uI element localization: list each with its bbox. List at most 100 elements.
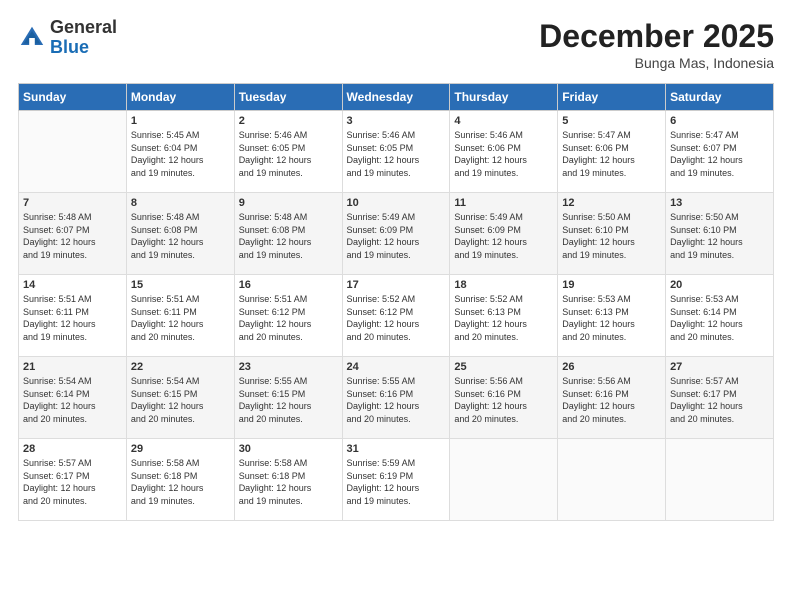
calendar-cell: 22 Sunrise: 5:54 AMSunset: 6:15 PMDaylig… <box>126 357 234 439</box>
day-number: 29 <box>131 443 230 455</box>
day-number: 18 <box>454 279 553 291</box>
header: General Blue December 2025 Bunga Mas, In… <box>18 18 774 71</box>
day-info: Sunrise: 5:58 AMSunset: 6:18 PMDaylight:… <box>131 457 230 507</box>
calendar-table: SundayMondayTuesdayWednesdayThursdayFrid… <box>18 83 774 521</box>
day-number: 8 <box>131 197 230 209</box>
day-number: 9 <box>239 197 338 209</box>
day-info: Sunrise: 5:48 AMSunset: 6:08 PMDaylight:… <box>239 211 338 261</box>
month-title: December 2025 <box>539 18 774 55</box>
day-info: Sunrise: 5:46 AMSunset: 6:06 PMDaylight:… <box>454 129 553 179</box>
calendar-week-3: 14 Sunrise: 5:51 AMSunset: 6:11 PMDaylig… <box>19 275 774 357</box>
day-number: 3 <box>347 115 446 127</box>
day-info: Sunrise: 5:49 AMSunset: 6:09 PMDaylight:… <box>454 211 553 261</box>
calendar-cell: 12 Sunrise: 5:50 AMSunset: 6:10 PMDaylig… <box>558 193 666 275</box>
day-info: Sunrise: 5:56 AMSunset: 6:16 PMDaylight:… <box>562 375 661 425</box>
logo-text: General Blue <box>50 18 117 58</box>
calendar-cell: 15 Sunrise: 5:51 AMSunset: 6:11 PMDaylig… <box>126 275 234 357</box>
day-info: Sunrise: 5:52 AMSunset: 6:12 PMDaylight:… <box>347 293 446 343</box>
day-info: Sunrise: 5:56 AMSunset: 6:16 PMDaylight:… <box>454 375 553 425</box>
day-number: 15 <box>131 279 230 291</box>
day-info: Sunrise: 5:46 AMSunset: 6:05 PMDaylight:… <box>239 129 338 179</box>
column-header-sunday: Sunday <box>19 84 127 111</box>
day-number: 14 <box>23 279 122 291</box>
day-number: 31 <box>347 443 446 455</box>
calendar-cell: 18 Sunrise: 5:52 AMSunset: 6:13 PMDaylig… <box>450 275 558 357</box>
day-info: Sunrise: 5:57 AMSunset: 6:17 PMDaylight:… <box>670 375 769 425</box>
calendar-cell: 11 Sunrise: 5:49 AMSunset: 6:09 PMDaylig… <box>450 193 558 275</box>
day-info: Sunrise: 5:55 AMSunset: 6:16 PMDaylight:… <box>347 375 446 425</box>
calendar-cell: 7 Sunrise: 5:48 AMSunset: 6:07 PMDayligh… <box>19 193 127 275</box>
day-info: Sunrise: 5:51 AMSunset: 6:12 PMDaylight:… <box>239 293 338 343</box>
day-info: Sunrise: 5:54 AMSunset: 6:14 PMDaylight:… <box>23 375 122 425</box>
day-number: 10 <box>347 197 446 209</box>
day-info: Sunrise: 5:53 AMSunset: 6:13 PMDaylight:… <box>562 293 661 343</box>
logo-blue: Blue <box>50 37 89 57</box>
day-number: 16 <box>239 279 338 291</box>
column-header-saturday: Saturday <box>666 84 774 111</box>
calendar-cell: 21 Sunrise: 5:54 AMSunset: 6:14 PMDaylig… <box>19 357 127 439</box>
page-container: General Blue December 2025 Bunga Mas, In… <box>0 0 792 531</box>
day-info: Sunrise: 5:49 AMSunset: 6:09 PMDaylight:… <box>347 211 446 261</box>
title-block: December 2025 Bunga Mas, Indonesia <box>539 18 774 71</box>
logo-general: General <box>50 17 117 37</box>
calendar-cell <box>558 439 666 521</box>
day-info: Sunrise: 5:50 AMSunset: 6:10 PMDaylight:… <box>562 211 661 261</box>
day-number: 2 <box>239 115 338 127</box>
day-number: 25 <box>454 361 553 373</box>
day-info: Sunrise: 5:48 AMSunset: 6:07 PMDaylight:… <box>23 211 122 261</box>
calendar-cell <box>19 111 127 193</box>
column-header-wednesday: Wednesday <box>342 84 450 111</box>
calendar-cell: 27 Sunrise: 5:57 AMSunset: 6:17 PMDaylig… <box>666 357 774 439</box>
calendar-cell: 2 Sunrise: 5:46 AMSunset: 6:05 PMDayligh… <box>234 111 342 193</box>
day-info: Sunrise: 5:51 AMSunset: 6:11 PMDaylight:… <box>131 293 230 343</box>
day-info: Sunrise: 5:54 AMSunset: 6:15 PMDaylight:… <box>131 375 230 425</box>
logo: General Blue <box>18 18 117 58</box>
day-number: 7 <box>23 197 122 209</box>
column-header-thursday: Thursday <box>450 84 558 111</box>
calendar-cell: 23 Sunrise: 5:55 AMSunset: 6:15 PMDaylig… <box>234 357 342 439</box>
day-number: 11 <box>454 197 553 209</box>
day-info: Sunrise: 5:53 AMSunset: 6:14 PMDaylight:… <box>670 293 769 343</box>
calendar-week-4: 21 Sunrise: 5:54 AMSunset: 6:14 PMDaylig… <box>19 357 774 439</box>
day-info: Sunrise: 5:50 AMSunset: 6:10 PMDaylight:… <box>670 211 769 261</box>
calendar-cell: 13 Sunrise: 5:50 AMSunset: 6:10 PMDaylig… <box>666 193 774 275</box>
calendar-cell: 3 Sunrise: 5:46 AMSunset: 6:05 PMDayligh… <box>342 111 450 193</box>
calendar-cell: 28 Sunrise: 5:57 AMSunset: 6:17 PMDaylig… <box>19 439 127 521</box>
day-info: Sunrise: 5:57 AMSunset: 6:17 PMDaylight:… <box>23 457 122 507</box>
calendar-week-5: 28 Sunrise: 5:57 AMSunset: 6:17 PMDaylig… <box>19 439 774 521</box>
column-header-tuesday: Tuesday <box>234 84 342 111</box>
day-info: Sunrise: 5:46 AMSunset: 6:05 PMDaylight:… <box>347 129 446 179</box>
calendar-cell: 9 Sunrise: 5:48 AMSunset: 6:08 PMDayligh… <box>234 193 342 275</box>
day-number: 17 <box>347 279 446 291</box>
calendar-cell: 8 Sunrise: 5:48 AMSunset: 6:08 PMDayligh… <box>126 193 234 275</box>
calendar-cell: 10 Sunrise: 5:49 AMSunset: 6:09 PMDaylig… <box>342 193 450 275</box>
calendar-cell: 1 Sunrise: 5:45 AMSunset: 6:04 PMDayligh… <box>126 111 234 193</box>
calendar-header-row: SundayMondayTuesdayWednesdayThursdayFrid… <box>19 84 774 111</box>
day-number: 1 <box>131 115 230 127</box>
day-number: 20 <box>670 279 769 291</box>
day-info: Sunrise: 5:58 AMSunset: 6:18 PMDaylight:… <box>239 457 338 507</box>
day-number: 12 <box>562 197 661 209</box>
column-header-friday: Friday <box>558 84 666 111</box>
day-number: 30 <box>239 443 338 455</box>
calendar-cell: 26 Sunrise: 5:56 AMSunset: 6:16 PMDaylig… <box>558 357 666 439</box>
calendar-cell: 16 Sunrise: 5:51 AMSunset: 6:12 PMDaylig… <box>234 275 342 357</box>
column-header-monday: Monday <box>126 84 234 111</box>
day-info: Sunrise: 5:47 AMSunset: 6:06 PMDaylight:… <box>562 129 661 179</box>
day-number: 22 <box>131 361 230 373</box>
day-number: 24 <box>347 361 446 373</box>
calendar-cell: 25 Sunrise: 5:56 AMSunset: 6:16 PMDaylig… <box>450 357 558 439</box>
day-number: 6 <box>670 115 769 127</box>
logo-icon <box>18 24 46 52</box>
calendar-cell: 29 Sunrise: 5:58 AMSunset: 6:18 PMDaylig… <box>126 439 234 521</box>
calendar-cell: 19 Sunrise: 5:53 AMSunset: 6:13 PMDaylig… <box>558 275 666 357</box>
day-number: 13 <box>670 197 769 209</box>
calendar-cell: 4 Sunrise: 5:46 AMSunset: 6:06 PMDayligh… <box>450 111 558 193</box>
day-number: 5 <box>562 115 661 127</box>
calendar-cell: 31 Sunrise: 5:59 AMSunset: 6:19 PMDaylig… <box>342 439 450 521</box>
calendar-cell: 14 Sunrise: 5:51 AMSunset: 6:11 PMDaylig… <box>19 275 127 357</box>
day-info: Sunrise: 5:51 AMSunset: 6:11 PMDaylight:… <box>23 293 122 343</box>
calendar-week-2: 7 Sunrise: 5:48 AMSunset: 6:07 PMDayligh… <box>19 193 774 275</box>
day-number: 21 <box>23 361 122 373</box>
calendar-cell: 17 Sunrise: 5:52 AMSunset: 6:12 PMDaylig… <box>342 275 450 357</box>
